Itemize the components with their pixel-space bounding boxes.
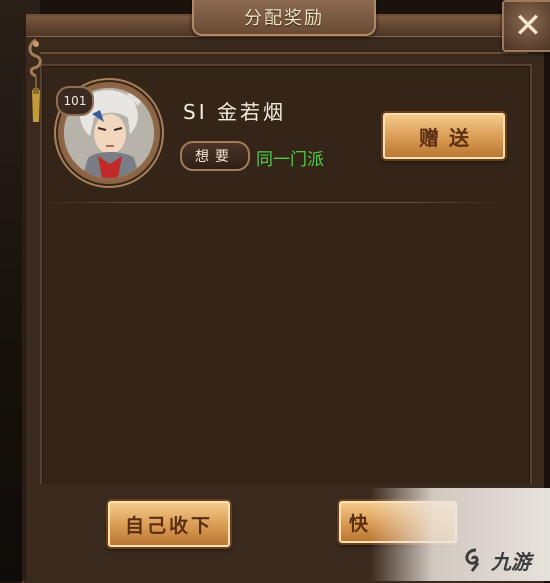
want-tag: 想要 [180,141,250,171]
player-name: SI 金若烟 [183,100,286,124]
panel-inner-top-line [40,52,528,54]
close-button[interactable]: ✕ [502,0,550,52]
relation-label: 同一门派 [256,150,324,170]
close-x-icon: ✕ [513,6,543,46]
dialog-title-plaque: 分配奖励 [192,0,376,36]
watermark-text: 九游 [491,549,531,574]
row-divider [40,202,502,203]
dragon-tassel-icon [28,38,42,122]
keep-myself-button[interactable]: 自己收下 [108,501,230,547]
watermark-logo: 九游 [462,545,548,575]
dialog-title: 分配奖励 [244,8,324,29]
gift-button[interactable]: 赠送 [383,113,505,159]
swirl-logo-icon [465,548,480,572]
player-level-badge: 101 [56,86,94,116]
